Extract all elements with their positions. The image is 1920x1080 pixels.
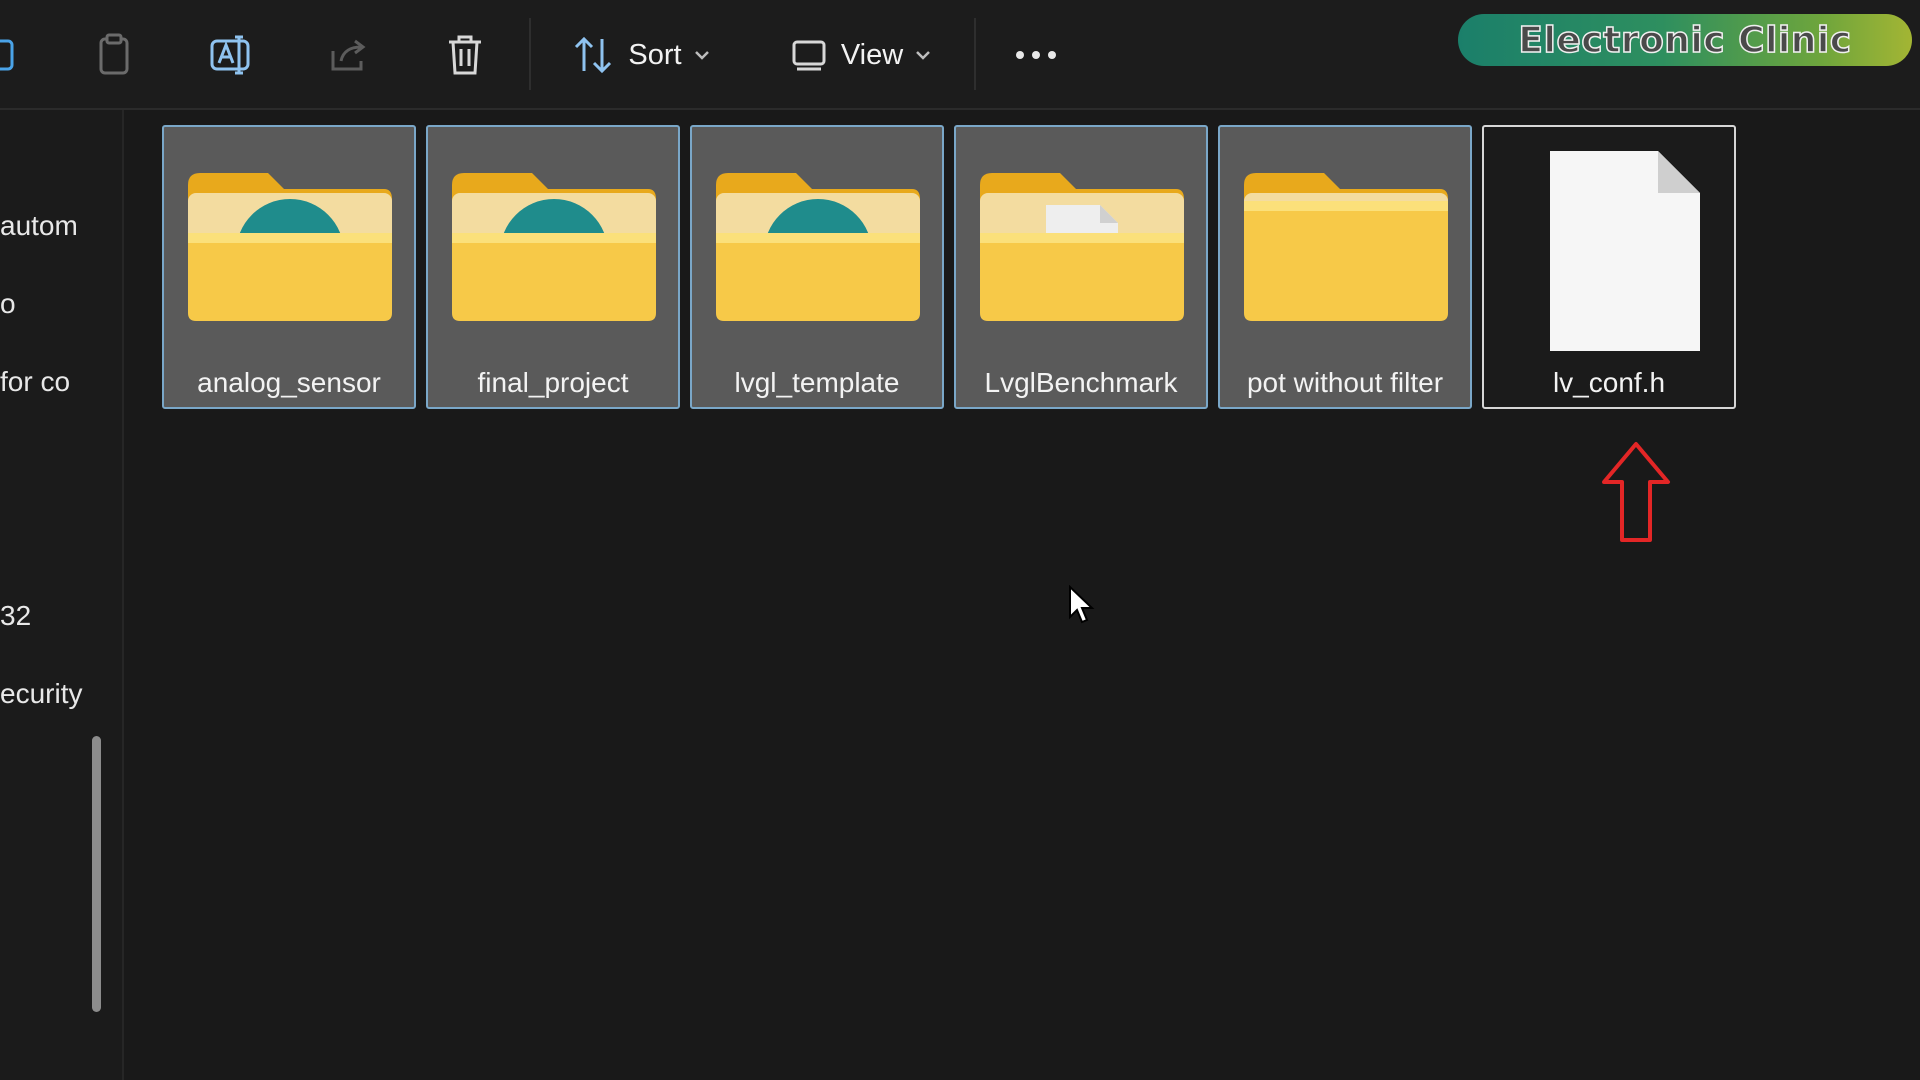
share-button[interactable] xyxy=(322,24,376,86)
sort-button[interactable]: Sort xyxy=(566,24,716,86)
sidebar-item[interactable]: 32 xyxy=(0,600,31,632)
toolbar-separator xyxy=(974,18,976,90)
navigation-pane: autom o for co 32 ecurity xyxy=(0,110,124,1080)
folder-tile[interactable]: lvgl_template xyxy=(690,125,944,409)
sidebar-item-label: o xyxy=(0,288,16,319)
trash-icon xyxy=(449,35,481,75)
sidebar-item-label: for co xyxy=(0,366,71,397)
toolbar-separator xyxy=(529,18,531,90)
file-name: final_project xyxy=(477,367,629,398)
file-name: analog_sensor xyxy=(197,367,381,398)
sidebar-item[interactable]: autom xyxy=(0,210,78,242)
file-name: pot without filter xyxy=(1246,367,1444,398)
folder-tile[interactable]: final_project xyxy=(426,125,680,409)
arduino-folder-icon xyxy=(448,157,660,327)
sidebar-item-label: 32 xyxy=(0,600,32,631)
file-name: lv_conf.h xyxy=(1552,367,1666,398)
folder-tile[interactable]: pot without filter xyxy=(1218,125,1472,409)
folder-icon xyxy=(1240,157,1452,327)
red-arrow-annotation xyxy=(1600,440,1672,549)
copy-icon xyxy=(0,39,14,71)
arrow-up-icon xyxy=(1602,442,1670,542)
file-explorer-window: Sort View Electronic Clinic autom o for … xyxy=(0,0,1920,1080)
more-options-button[interactable] xyxy=(1010,24,1062,86)
view-icon xyxy=(792,40,826,71)
file-name: LvglBenchmark xyxy=(984,367,1178,398)
sort-label: Sort xyxy=(628,38,682,71)
share-icon xyxy=(331,39,366,71)
watermark-logo: Electronic Clinic xyxy=(1458,14,1912,66)
sidebar-item[interactable]: o xyxy=(0,288,16,320)
chevron-down-icon xyxy=(916,51,931,60)
sidebar-item-label: ecurity xyxy=(0,678,83,709)
file-name: lvgl_template xyxy=(734,367,900,398)
more-icon xyxy=(1016,51,1056,59)
arduino-folder-icon xyxy=(184,157,396,327)
sidebar-item[interactable]: for co xyxy=(0,366,70,398)
rename-icon xyxy=(210,35,250,75)
sort-icon xyxy=(575,36,612,74)
mouse-pointer xyxy=(1068,584,1096,630)
folder-tile[interactable]: LvglBenchmark xyxy=(954,125,1208,409)
rename-button[interactable] xyxy=(204,24,258,86)
sidebar-item-label: autom xyxy=(0,210,78,241)
blank-file-icon xyxy=(1504,151,1716,351)
view-button[interactable]: View xyxy=(784,24,938,86)
arduino-folder-icon xyxy=(712,157,924,327)
folder-tile[interactable]: analog_sensor xyxy=(162,125,416,409)
sidebar-item[interactable]: ecurity xyxy=(0,678,82,710)
chevron-down-icon xyxy=(694,51,709,60)
sidebar-scrollbar[interactable] xyxy=(92,736,101,1012)
cursor-icon xyxy=(1069,584,1095,624)
watermark-text: Electronic Clinic xyxy=(1518,19,1852,62)
delete-button[interactable] xyxy=(438,24,492,86)
document-folder-icon xyxy=(976,157,1188,327)
view-label: View xyxy=(840,38,904,71)
paste-icon xyxy=(99,33,129,75)
file-tile[interactable]: lv_conf.h xyxy=(1482,125,1736,409)
paste-button[interactable] xyxy=(88,24,140,86)
copy-button[interactable] xyxy=(0,24,24,86)
